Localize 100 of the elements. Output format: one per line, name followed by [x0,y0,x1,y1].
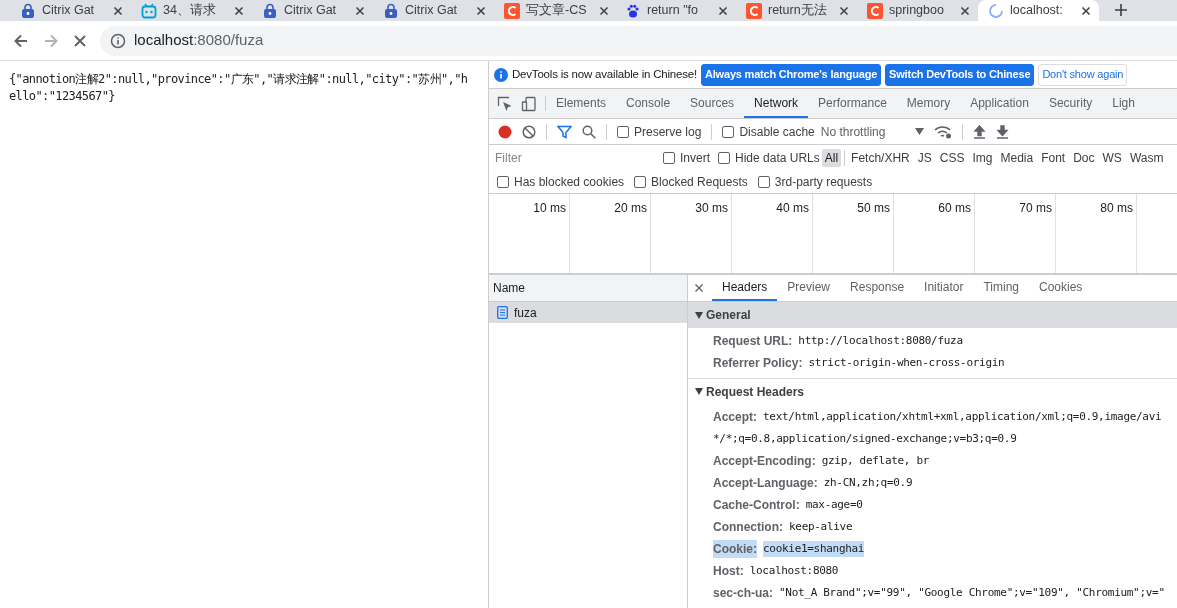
checkbox[interactable] [663,151,675,164]
header-value: strict-origin-when-cross-origin [808,354,1005,371]
c-logo-icon [504,2,520,19]
checkbox-label: 3rd-party requests [774,173,873,191]
browser-tab[interactable]: Citrix Gat [252,0,373,21]
header-value: text/html,application/xhtml+xml,application/xml;q=0.9,image/avi [763,408,1162,425]
close-icon[interactable] [476,5,486,16]
header-name: Accept: [713,409,757,426]
timeline-tick-label: 40 ms [776,200,809,217]
resource-type-filter[interactable]: CSS [936,148,968,167]
detail-tab[interactable]: Initiator [914,275,974,301]
infobar-button[interactable]: Switch DevTools to Chinese [885,63,1035,86]
resource-type-filter[interactable]: JS [914,148,935,167]
header-value: cookie1=shanghai [763,540,865,558]
paw-icon [625,2,641,19]
dropdown-caret-icon [915,128,925,135]
browser-tab[interactable]: return无法 [736,0,857,21]
header-value: "Not_A Brand";v="99", "Google Chrome";v="109", "Chromium";v=" [779,584,1165,601]
browser-tab[interactable]: springboo [857,0,978,21]
checkbox[interactable] [718,151,730,164]
header-value: http://localhost:8080/fuza [798,332,963,349]
infobar-button[interactable]: Always match Chrome's language [701,63,882,86]
timeline-tick-label: 10 ms [533,200,566,217]
checkbox[interactable] [757,175,770,188]
panel-tab[interactable]: Elements [546,89,617,118]
panel-tab[interactable]: Sources [680,89,745,118]
header-name: sec-ch-ua: [713,585,774,602]
url-text: localhost:8080/fuza [134,30,264,51]
close-icon[interactable] [1081,5,1091,16]
resource-type-filter[interactable]: Media [997,148,1037,167]
browser-tab[interactable]: return "fo [615,0,736,21]
close-icon[interactable] [598,5,609,16]
robot-icon [141,2,157,19]
search-icon[interactable] [582,124,596,139]
inspect-element-icon[interactable] [497,95,513,112]
checkbox[interactable] [497,175,509,188]
section-header[interactable]: Request Headers [688,378,1177,404]
resource-type-filter[interactable]: Img [969,148,996,167]
panel-tab[interactable]: Network [744,89,809,118]
resource-type-filter[interactable]: Wasm [1126,148,1167,167]
checkbox[interactable] [634,175,647,188]
resource-type-filter[interactable]: Font [1038,148,1069,167]
column-header: Name [489,275,687,302]
checkbox[interactable] [722,125,735,138]
close-icon[interactable] [839,5,849,16]
resource-type-filter[interactable]: Doc [1070,148,1098,167]
filter-icon[interactable] [557,124,572,139]
header-name: Request URL: [713,333,793,350]
close-icon[interactable] [234,5,244,16]
throttling-dropdown[interactable]: No throttling [820,122,925,141]
browser-tab[interactable]: Citrix Gat [10,0,131,21]
browser-tab[interactable]: 34、请求 [131,0,252,21]
timeline-tick-label: 30 ms [695,200,728,217]
header-name: Connection: [713,519,783,536]
record-icon[interactable] [498,124,512,139]
detail-tab[interactable]: Response [840,275,915,301]
detail-tab[interactable]: Cookies [1029,275,1093,301]
loading-spinner-icon [988,2,1004,19]
timeline-tick-label: 60 ms [938,200,971,217]
lock-icon [383,2,399,19]
detail-tab[interactable]: Timing [973,275,1029,301]
upload-icon[interactable] [973,124,987,139]
browser-tab[interactable]: Citrix Gat [373,0,494,21]
close-icon[interactable] [960,5,970,16]
timeline-tick-label: 20 ms [614,200,647,217]
panel-tab[interactable]: Security [1038,89,1103,118]
checkbox-label: Hide data URLs [735,149,820,167]
json-response-text: {"annotion注解2":null,"province":"广东","请求注解":null,"city":"苏州","hello":"1234567"} [9,71,469,105]
resource-type-filter[interactable]: WS [1099,148,1125,167]
infobar-button[interactable]: Don't show again [1038,63,1128,86]
document-icon [497,306,508,319]
section-header[interactable]: General [688,302,1177,328]
browser-tab[interactable]: 写文章-CS [494,0,615,21]
download-icon[interactable] [996,124,1010,139]
lock-icon [20,2,36,19]
request-row[interactable]: fuza [489,302,687,323]
panel-tab[interactable]: Console [616,89,681,118]
header-value: zh-CN,zh;q=0.9 [823,474,913,491]
panel-tab[interactable]: Application [960,89,1039,118]
close-icon[interactable] [694,283,704,293]
close-icon[interactable] [355,5,365,16]
close-icon[interactable] [113,5,123,16]
detail-tab[interactable]: Preview [777,275,841,301]
new-tab-icon[interactable] [1113,2,1129,18]
clear-icon[interactable] [522,124,536,139]
panel-tab[interactable]: Performance [808,89,897,118]
resource-type-filter[interactable]: All [821,148,842,167]
address-field[interactable]: localhost:8080/fuza [100,25,1177,56]
stop-icon[interactable] [72,32,88,49]
resource-type-filter[interactable]: Fetch/XHR [848,148,913,167]
header-name: Cookie: [713,540,757,558]
info-icon [494,67,508,82]
panel-tab[interactable]: Memory [896,89,961,118]
panel-tab[interactable]: Ligh [1102,89,1145,118]
network-conditions-icon[interactable] [934,124,953,139]
header-name: Host: [713,563,744,580]
close-icon[interactable] [718,5,728,16]
browser-tab[interactable]: localhost: [978,0,1099,21]
checkbox[interactable] [617,125,629,138]
device-toolbar-icon[interactable] [521,95,537,112]
